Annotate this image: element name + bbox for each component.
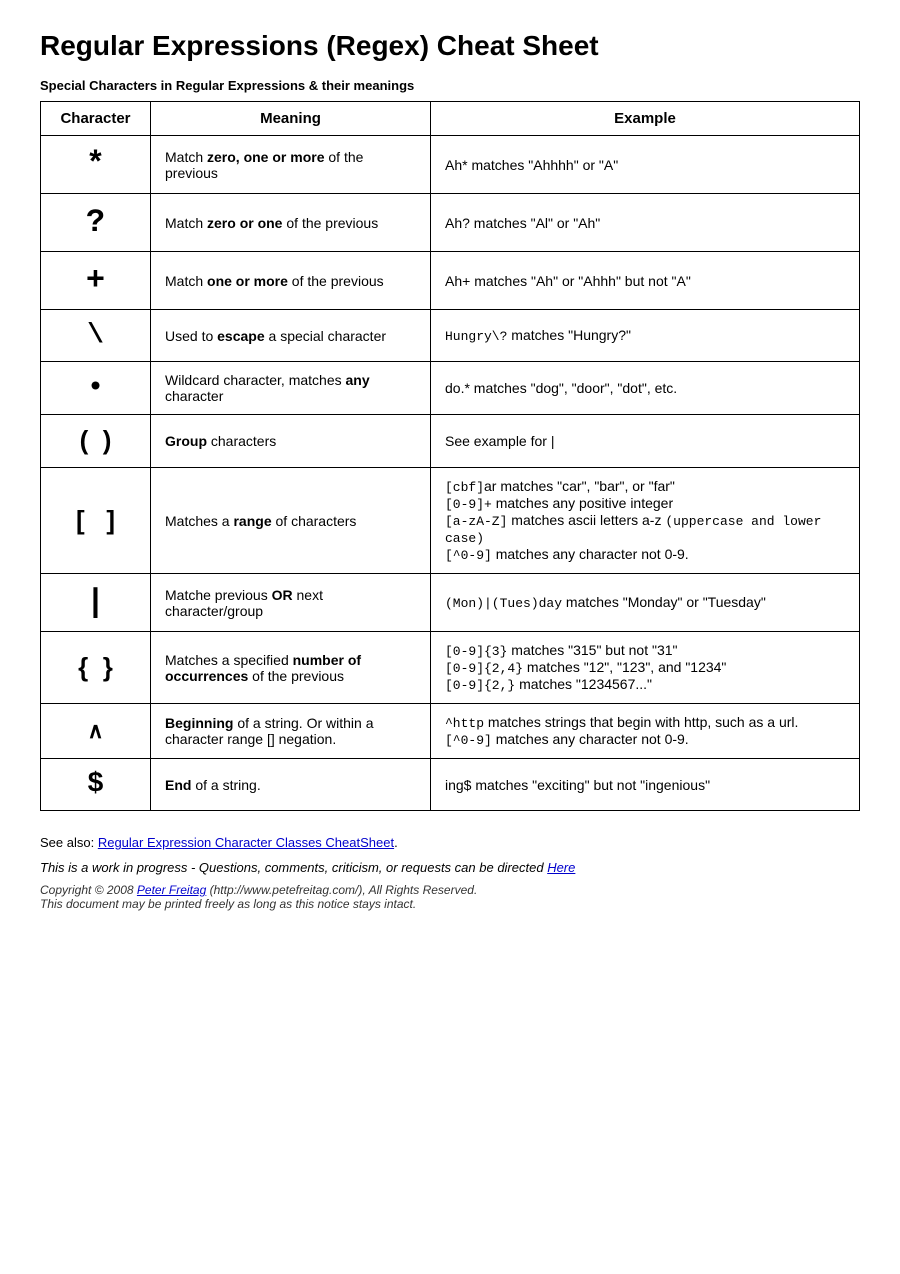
example-cell: Ah+ matches "Ah" or "Ahhh" but not "A" xyxy=(431,252,860,310)
meaning-cell: Group characters xyxy=(151,415,431,468)
wip-link[interactable]: Here xyxy=(547,860,575,875)
example-cell: do.* matches "dog", "door", "dot", etc. xyxy=(431,362,860,415)
char-cell: { } xyxy=(41,632,151,704)
meaning-cell: Match zero, one or more of the previous xyxy=(151,136,431,194)
table-row: •Wildcard character, matches any charact… xyxy=(41,362,860,415)
table-row: +Match one or more of the previousAh+ ma… xyxy=(41,252,860,310)
example-cell: (Mon)|(Tues)day matches "Monday" or "Tue… xyxy=(431,574,860,632)
copyright-link[interactable]: Peter Freitag xyxy=(137,883,206,897)
copyright-line1: Copyright © 2008 Peter Freitag (http://w… xyxy=(40,883,860,897)
table-row: ( )Group charactersSee example for | xyxy=(41,415,860,468)
see-also-period: . xyxy=(394,835,398,850)
example-cell: ing$ matches "exciting" but not "ingenio… xyxy=(431,759,860,811)
regex-table: Character Meaning Example *Match zero, o… xyxy=(40,101,860,811)
example-cell: See example for | xyxy=(431,415,860,468)
char-cell: $ xyxy=(41,759,151,811)
table-row: ∧Beginning of a string. Or within a char… xyxy=(41,704,860,759)
page-subtitle: Special Characters in Regular Expression… xyxy=(40,78,860,93)
col-header-example: Example xyxy=(431,102,860,136)
meaning-cell: End of a string. xyxy=(151,759,431,811)
meaning-cell: Wildcard character, matches any characte… xyxy=(151,362,431,415)
meaning-cell: Match zero or one of the previous xyxy=(151,194,431,252)
meaning-cell: Beginning of a string. Or within a chara… xyxy=(151,704,431,759)
see-also-link[interactable]: Regular Expression Character Classes Che… xyxy=(98,835,394,850)
table-row: [ ]Matches a range of characters[cbf]ar … xyxy=(41,468,860,574)
meaning-cell: Matches a range of characters xyxy=(151,468,431,574)
see-also: See also: Regular Expression Character C… xyxy=(40,835,860,850)
example-cell: Ah? matches "Al" or "Ah" xyxy=(431,194,860,252)
example-cell: Ah* matches "Ahhhh" or "A" xyxy=(431,136,860,194)
table-row: *Match zero, one or more of the previous… xyxy=(41,136,860,194)
table-row: |Matche previous OR next character/group… xyxy=(41,574,860,632)
char-cell: ? xyxy=(41,194,151,252)
col-header-meaning: Meaning xyxy=(151,102,431,136)
meaning-cell: Match one or more of the previous xyxy=(151,252,431,310)
meaning-cell: Matches a specified number of occurrence… xyxy=(151,632,431,704)
char-cell: [ ] xyxy=(41,468,151,574)
char-cell: • xyxy=(41,362,151,415)
char-cell: ( ) xyxy=(41,415,151,468)
copyright: Copyright © 2008 Peter Freitag (http://w… xyxy=(40,883,860,911)
char-cell: ∧ xyxy=(41,704,151,759)
col-header-character: Character xyxy=(41,102,151,136)
char-cell: \ xyxy=(41,310,151,362)
see-also-prefix: See also: xyxy=(40,835,98,850)
meaning-cell: Used to escape a special character xyxy=(151,310,431,362)
table-row: $End of a string.ing$ matches "exciting"… xyxy=(41,759,860,811)
wip-text: This is a work in progress - Questions, … xyxy=(40,860,860,875)
example-cell: [0-9]{3} matches "315" but not "31"[0-9]… xyxy=(431,632,860,704)
copyright-line2: This document may be printed freely as l… xyxy=(40,897,860,911)
char-cell: | xyxy=(41,574,151,632)
table-row: ?Match zero or one of the previousAh? ma… xyxy=(41,194,860,252)
char-cell: + xyxy=(41,252,151,310)
meaning-cell: Matche previous OR next character/group xyxy=(151,574,431,632)
example-cell: ^http matches strings that begin with ht… xyxy=(431,704,860,759)
table-row: \Used to escape a special characterHungr… xyxy=(41,310,860,362)
char-cell: * xyxy=(41,136,151,194)
wip-prefix: This is a work in progress - Questions, … xyxy=(40,860,547,875)
example-cell: Hungry\? matches "Hungry?" xyxy=(431,310,860,362)
page-title: Regular Expressions (Regex) Cheat Sheet xyxy=(40,30,860,62)
example-cell: [cbf]ar matches "car", "bar", or "far"[0… xyxy=(431,468,860,574)
table-row: { }Matches a specified number of occurre… xyxy=(41,632,860,704)
